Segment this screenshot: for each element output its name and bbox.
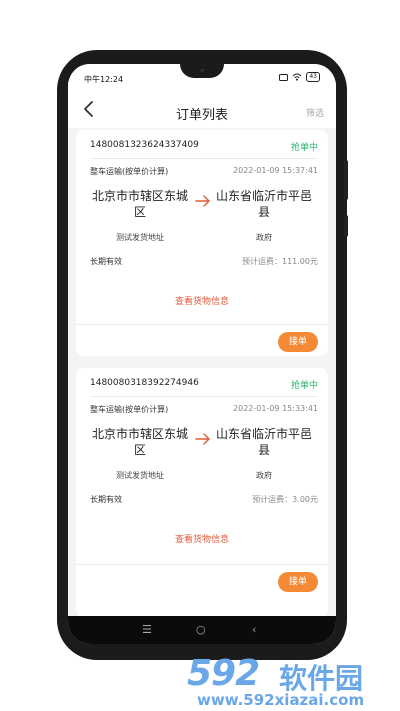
status-time: 中午12:24 <box>84 75 124 84</box>
validity: 长期有效 <box>90 257 122 266</box>
estimated-fee: 预计运费：111.00元 <box>242 257 318 266</box>
arrow-right-icon <box>195 433 210 445</box>
divider <box>90 158 318 159</box>
origin-address: 北京市市辖区东城区 <box>91 427 188 457</box>
order-id: 1480080318392274946 <box>90 378 199 388</box>
status-bar: 中午12:24 43 <box>68 64 336 92</box>
destination-address: 山东省临沂市平邑县 <box>215 189 312 219</box>
divider <box>76 564 328 565</box>
app-screen: 中午12:24 43 订单列表 筛选 1480081323624337409 抢… <box>68 64 336 644</box>
accept-order-button[interactable]: 接单 <box>278 572 318 592</box>
origin-detail: 测试发货地址 <box>116 471 164 480</box>
view-cargo-link[interactable]: 查看货物信息 <box>76 532 328 545</box>
watermark-url: www.592xiazai.com <box>197 691 365 709</box>
order-time: 2022-01-09 15:37:41 <box>233 166 318 175</box>
battery-icon: 43 <box>306 72 320 82</box>
app-header: 订单列表 筛选 <box>68 92 336 128</box>
order-id: 1480081323624337409 <box>90 140 199 150</box>
card-header: 1480080318392274946 抢单中 <box>76 368 328 396</box>
estimated-fee: 预计运费：3.00元 <box>252 495 318 504</box>
filter-button[interactable]: 筛选 <box>306 106 324 119</box>
origin-address: 北京市市辖区东城区 <box>91 189 188 219</box>
order-list: 1480081323624337409 抢单中 整车运输(按单价计算) 2022… <box>68 128 336 616</box>
order-status-badge: 抢单中 <box>290 381 318 391</box>
transport-type: 整车运输(按单价计算) <box>90 167 169 176</box>
order-status-badge: 抢单中 <box>290 143 318 153</box>
validity: 长期有效 <box>90 495 122 504</box>
order-time: 2022-01-09 15:33:41 <box>233 404 318 413</box>
status-icons: 43 <box>279 72 320 82</box>
divider <box>90 396 318 397</box>
watermark-number: 592 <box>187 653 260 694</box>
arrow-right-icon <box>195 195 210 207</box>
card-header: 1480081323624337409 抢单中 <box>76 130 328 158</box>
divider <box>76 324 328 325</box>
menu-icon[interactable]: ☰ <box>142 623 152 636</box>
sim-icon <box>279 73 289 81</box>
destination-address: 山东省临沂市平邑县 <box>215 427 312 457</box>
destination-detail: 政府 <box>256 471 272 480</box>
order-card: 1480081323624337409 抢单中 整车运输(按单价计算) 2022… <box>76 130 328 356</box>
order-card: 1480080318392274946 抢单中 整车运输(按单价计算) 2022… <box>76 368 328 616</box>
transport-type: 整车运输(按单价计算) <box>90 405 169 414</box>
origin-detail: 测试发货地址 <box>116 233 164 242</box>
page-title: 订单列表 <box>175 108 228 123</box>
wifi-icon <box>293 73 302 81</box>
front-camera <box>199 67 206 74</box>
destination-detail: 政府 <box>256 233 272 242</box>
system-nav-bar: ☰ ○ ‹ <box>68 616 336 644</box>
view-cargo-link[interactable]: 查看货物信息 <box>76 294 328 307</box>
power-button <box>344 215 348 237</box>
accept-order-button[interactable]: 接单 <box>278 332 318 352</box>
back-triangle-icon[interactable]: ‹ <box>252 623 256 636</box>
home-icon[interactable]: ○ <box>196 623 206 636</box>
watermark-logo: 592 软件园 www.592xiazai.com <box>187 653 392 709</box>
volume-button <box>344 160 348 200</box>
